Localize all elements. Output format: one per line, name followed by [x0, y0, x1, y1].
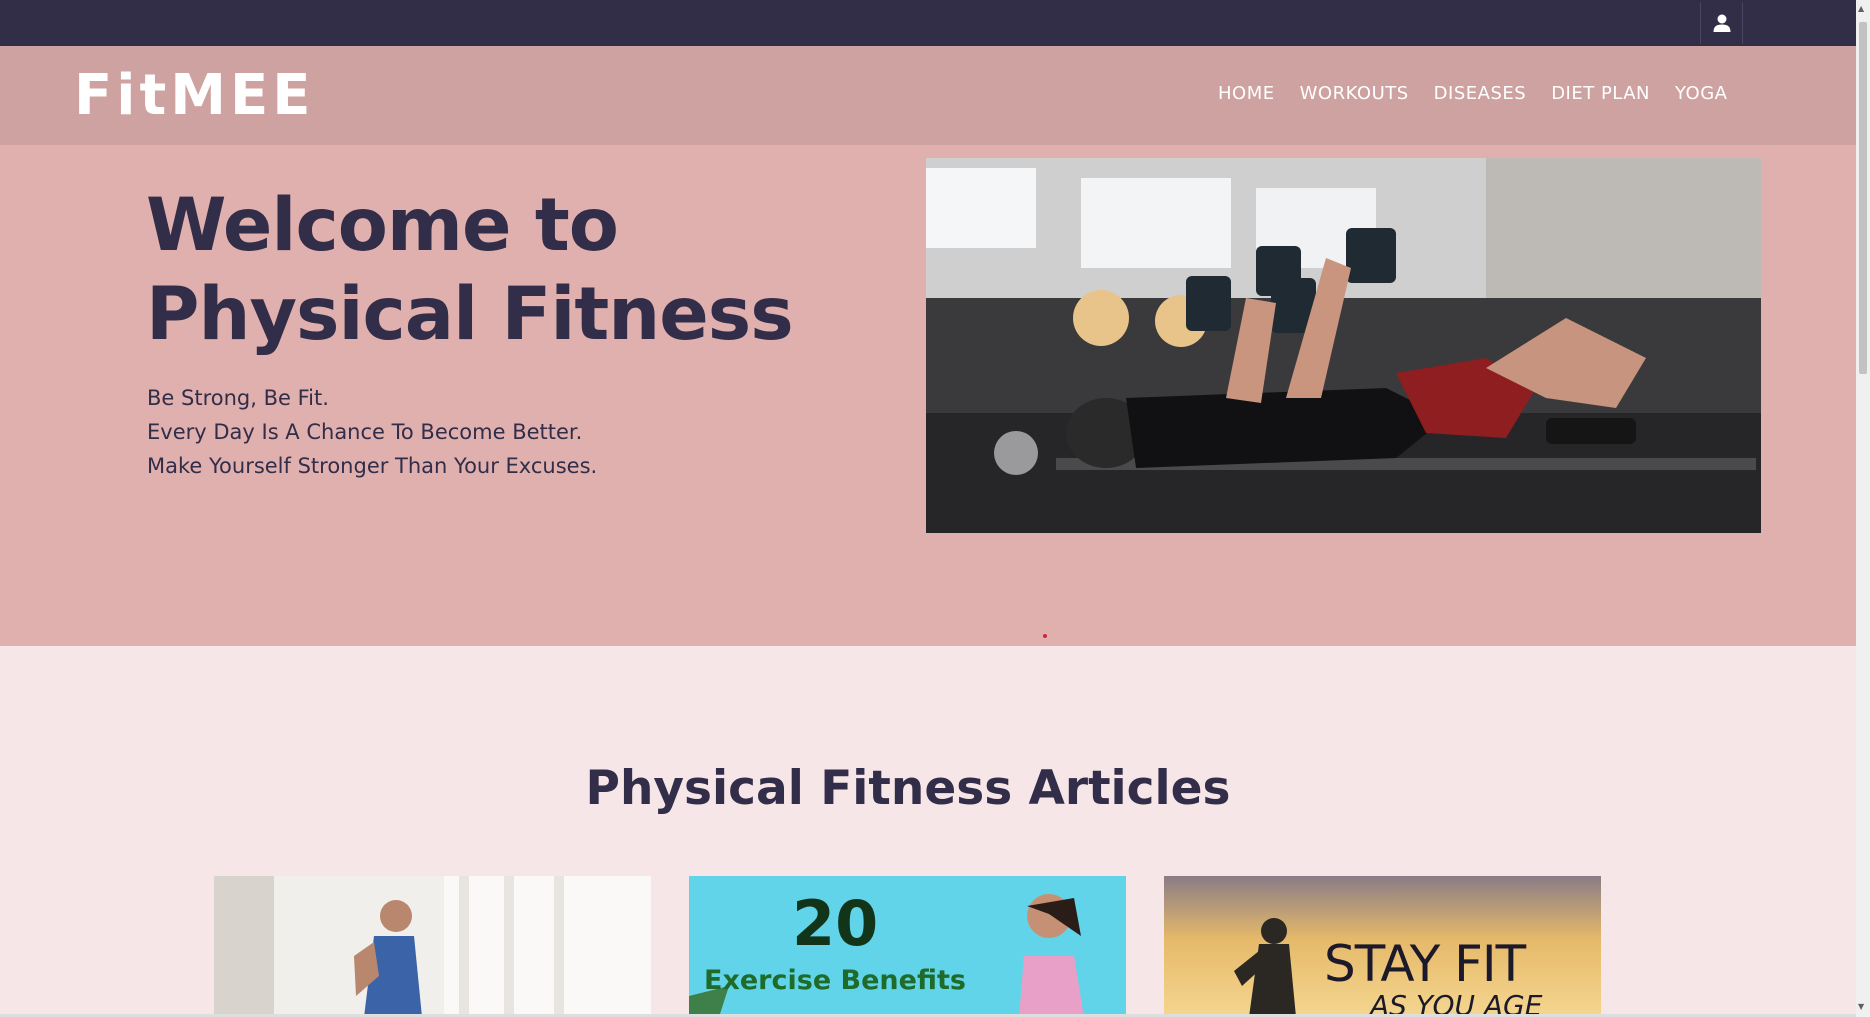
hero-title-line-2: Physical Fitness: [146, 272, 794, 357]
nav-link-workouts[interactable]: WORKOUTS: [1300, 82, 1409, 106]
hero-gym-image: [926, 158, 1761, 533]
article-card-3[interactable]: STAY FIT AS YOU AGE: [1164, 876, 1601, 1017]
hero-tagline: Be Strong, Be Fit. Every Day Is A Chance…: [147, 381, 597, 483]
carousel-indicator-dot[interactable]: [1043, 634, 1047, 638]
scroll-down-arrow-icon[interactable]: ▼: [1858, 1002, 1864, 1012]
page-scrollbar[interactable]: ▲ ▼: [1856, 0, 1870, 1017]
scroll-up-arrow-icon[interactable]: ▲: [1858, 4, 1864, 14]
article-card-2[interactable]: 20 Exercise Benefits: [689, 876, 1126, 1017]
hero-tagline-line: Make Yourself Stronger Than Your Excuses…: [147, 454, 598, 478]
hero-carousel: Welcome to Physical Fitness Be Strong, B…: [0, 145, 1856, 646]
articles-heading: Physical Fitness Articles: [585, 761, 1231, 816]
card-3-title: STAY FIT: [1324, 935, 1526, 993]
scrollbar-thumb[interactable]: [1859, 22, 1867, 374]
main-navbar: FitMEE HOME WORKOUTS DISEASES DIET PLAN …: [0, 46, 1856, 145]
site-logo[interactable]: FitMEE: [74, 64, 314, 128]
article-card-1[interactable]: [214, 876, 651, 1017]
article-image-treadmill: [214, 876, 651, 1017]
card-2-caption: Exercise Benefits: [704, 965, 966, 996]
card-2-number: 20: [792, 887, 879, 960]
nav-link-home[interactable]: HOME: [1218, 82, 1275, 106]
hero-title: Welcome to Physical Fitness: [146, 181, 866, 359]
user-account-button[interactable]: [1700, 2, 1743, 44]
hero-title-line-1: Welcome to: [146, 183, 619, 268]
hero-tagline-line: Be Strong, Be Fit.: [147, 386, 329, 410]
nav-link-diet-plan[interactable]: DIET PLAN: [1551, 82, 1650, 106]
nav-links: HOME WORKOUTS DISEASES DIET PLAN YOGA: [1218, 82, 1727, 106]
user-icon: [1713, 14, 1730, 32]
nav-link-yoga[interactable]: YOGA: [1675, 82, 1727, 106]
nav-link-diseases[interactable]: DISEASES: [1434, 82, 1527, 106]
top-bar: [0, 0, 1856, 46]
hero-tagline-line: Every Day Is A Chance To Become Better.: [147, 420, 583, 444]
